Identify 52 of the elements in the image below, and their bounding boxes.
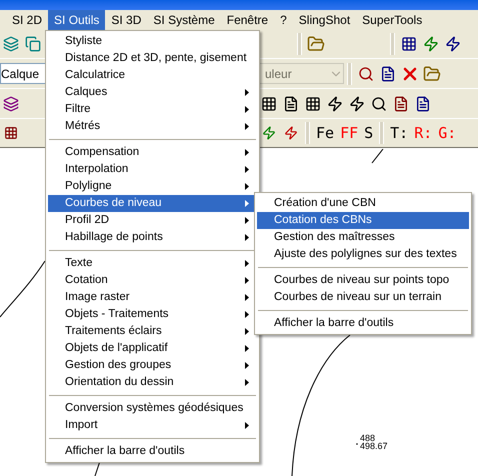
menu-item[interactable]: Texte (48, 255, 257, 272)
menu-item[interactable]: Courbes de niveau (48, 195, 257, 212)
contour-line (94, 460, 100, 476)
menu-item[interactable]: Objets - Traitements (48, 306, 257, 323)
toolbar-grip[interactable] (379, 122, 384, 144)
toolbar-text-button[interactable]: Fe (313, 122, 338, 144)
toolbar-text-button[interactable]: T: (387, 122, 412, 144)
menu-bar-item[interactable]: SlingShot (292, 10, 356, 30)
menu-item[interactable]: Orientation du dessin (48, 374, 257, 391)
menu-item[interactable]: Création d'une CBN (257, 195, 469, 212)
menu-bar-item[interactable]: SI Outils (48, 10, 106, 30)
contour-line (372, 149, 384, 164)
toolbar-grip[interactable] (390, 33, 395, 55)
menu-item[interactable]: Calculatrice (48, 67, 257, 84)
menu-item[interactable]: Conversion systèmes géodésiques (48, 400, 257, 417)
menu-item[interactable]: Gestion des groupes (48, 357, 257, 374)
elevation-label: 498.67 (360, 442, 388, 450)
menu-item[interactable]: Image raster (48, 289, 257, 306)
menu-bar-item[interactable]: SI 2D (6, 10, 48, 30)
menu-item[interactable]: Filtre (48, 101, 257, 118)
menu-item[interactable]: Gestion des maîtresses (257, 229, 469, 246)
menu-bar-item[interactable]: SI 3D (105, 10, 148, 30)
menu-item[interactable]: Courbes de niveau sur un terrain (257, 289, 469, 306)
menu-item[interactable]: Profil 2D (48, 212, 257, 229)
menu-item[interactable]: Calques (48, 84, 257, 101)
layer-dropdown[interactable]: Calque (0, 63, 46, 84)
menu-item[interactable]: Styliste (48, 33, 257, 50)
menu-item[interactable]: Afficher la barre d'outils (48, 443, 257, 460)
menu-item[interactable]: Polyligne (48, 178, 257, 195)
menu-item[interactable]: Métrés (48, 118, 257, 135)
menu-item[interactable]: Cotation des CBNs (257, 212, 469, 229)
menu-bar-item[interactable]: SI Système (147, 10, 221, 30)
menu-item[interactable]: Interpolation (48, 161, 257, 178)
menu-item[interactable]: Ajuste des polylignes sur des textes (257, 246, 469, 263)
menu-bar-item[interactable]: SuperTools (356, 10, 428, 30)
menu-item[interactable]: Distance 2D et 3D, pente, gisement (48, 50, 257, 67)
menu-item[interactable]: Courbes de niveau sur points topo (257, 272, 469, 289)
menu-item[interactable]: Traitements éclairs (48, 323, 257, 340)
menu-item[interactable]: Objets de l'applicatif (48, 340, 257, 357)
menu-item[interactable]: Habillage de points (48, 229, 257, 246)
menu-bar-item[interactable]: Fenêtre (220, 10, 274, 30)
contour-line (0, 260, 46, 318)
toolbar-grip[interactable] (305, 122, 310, 144)
elevation-label: 488 (360, 434, 376, 442)
menu-item[interactable]: Afficher la barre d'outils (257, 315, 469, 332)
menu-item[interactable]: Cotation (48, 272, 257, 289)
toolbar-grip[interactable] (297, 33, 302, 55)
menu-item[interactable]: Compensation (48, 144, 257, 161)
toolbar-grip[interactable] (347, 62, 352, 84)
toolbar-text-button[interactable]: S (361, 122, 376, 144)
menu-bar-item[interactable]: ? (274, 10, 293, 30)
menu-item[interactable]: Import (48, 417, 257, 434)
